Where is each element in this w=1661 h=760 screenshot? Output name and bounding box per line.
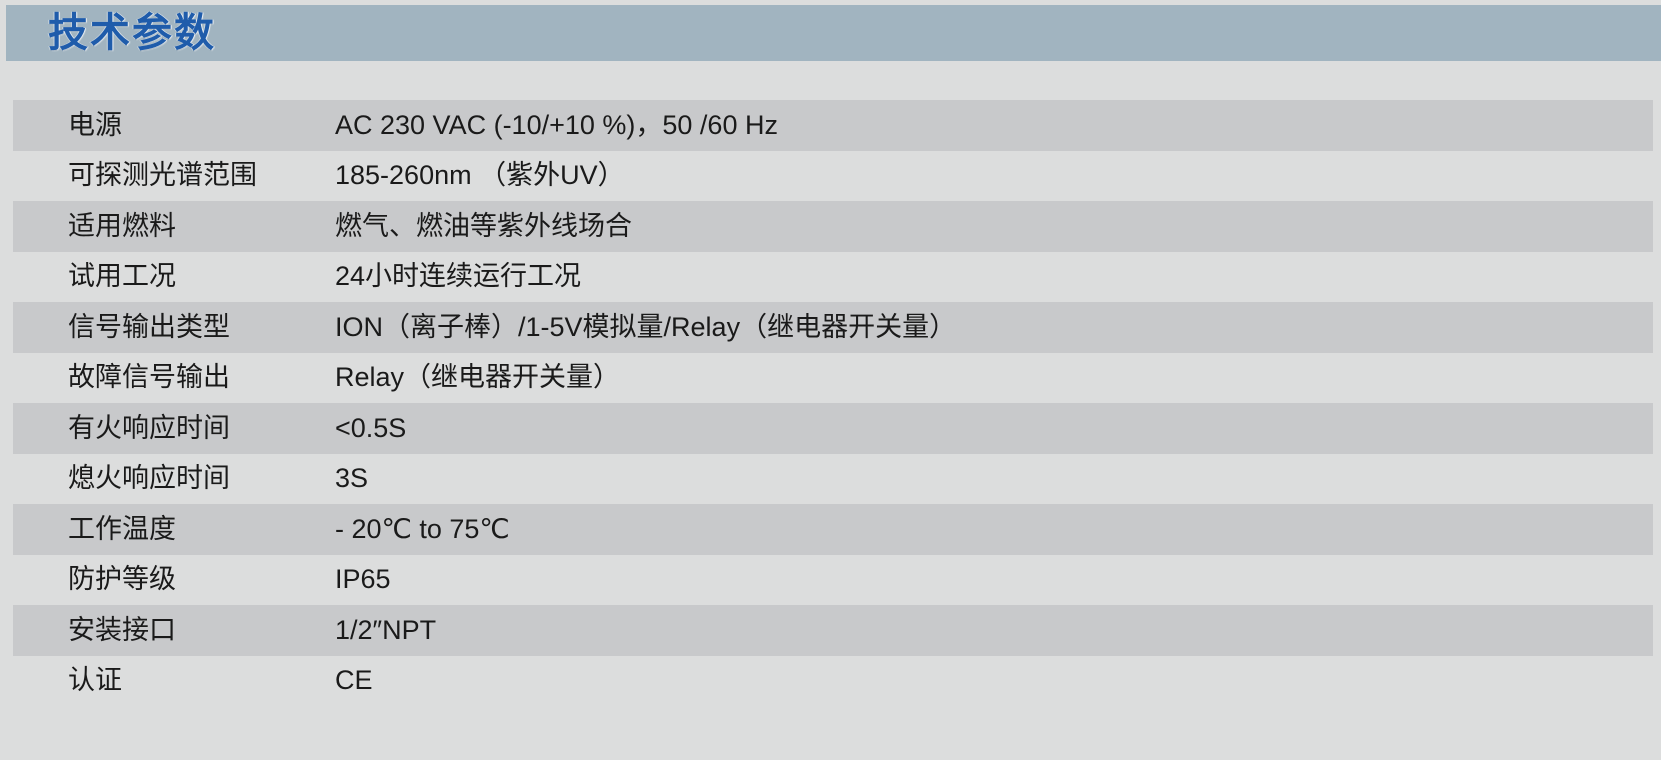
page-title: 技术参数 [48,11,216,55]
section-header-band: 技术参数 [6,5,1661,61]
table-row: 故障信号输出 Relay（继电器开关量） [13,353,1653,404]
spec-label: 适用燃料 [68,210,176,241]
spec-label: 工作温度 [68,513,176,544]
spec-value: Relay（继电器开关量） [335,362,621,393]
spec-label: 电源 [68,109,122,140]
table-row: 熄火响应时间 3S [13,454,1653,505]
spec-value: - 20℃ to 75℃ [335,513,510,544]
spec-value: 185-260nm （紫外UV） [335,160,625,191]
spec-value: IP65 [335,564,391,595]
spec-label: 试用工况 [68,261,176,292]
spec-sheet-page: 技术参数 电源 AC 230 VAC (-10/+10 %)，50 /60 Hz 可… [0,0,1661,760]
spec-label: 防护等级 [68,564,176,595]
table-row: 试用工况 24小时连续运行工况 [13,252,1653,303]
spec-label: 信号输出类型 [68,311,230,342]
table-row: 电源 AC 230 VAC (-10/+10 %)，50 /60 Hz [13,100,1653,151]
spec-value: 3S [335,463,369,494]
spec-label: 安装接口 [68,614,176,645]
spec-value: ION（离子棒）/1-5V模拟量/Relay（继电器开关量） [335,311,957,342]
table-row: 认证 CE [13,656,1653,707]
table-row: 可探测光谱范围 185-260nm （紫外UV） [13,151,1653,202]
spec-value: <0.5S [335,412,407,443]
spec-value: 24小时连续运行工况 [335,261,582,292]
table-row: 安装接口 1/2″NPT [13,605,1653,656]
spec-label: 有火响应时间 [68,412,230,443]
table-row: 工作温度 - 20℃ to 75℃ [13,504,1653,555]
spec-value: 燃气、燃油等紫外线场合 [335,210,632,241]
table-row: 信号输出类型 ION（离子棒）/1-5V模拟量/Relay（继电器开关量） [13,302,1653,353]
table-row: 防护等级 IP65 [13,555,1653,606]
table-row: 适用燃料 燃气、燃油等紫外线场合 [13,201,1653,252]
spec-value: AC 230 VAC (-10/+10 %)，50 /60 Hz [335,109,778,140]
spec-label: 熄火响应时间 [68,463,230,494]
spec-value: CE [335,665,373,696]
spec-label: 可探测光谱范围 [68,160,257,191]
technical-specs-table: 电源 AC 230 VAC (-10/+10 %)，50 /60 Hz 可探测光谱范… [13,100,1653,706]
table-row: 有火响应时间 <0.5S [13,403,1653,454]
spec-label: 故障信号输出 [68,362,230,393]
spec-value: 1/2″NPT [335,614,437,645]
spec-label: 认证 [68,665,122,696]
